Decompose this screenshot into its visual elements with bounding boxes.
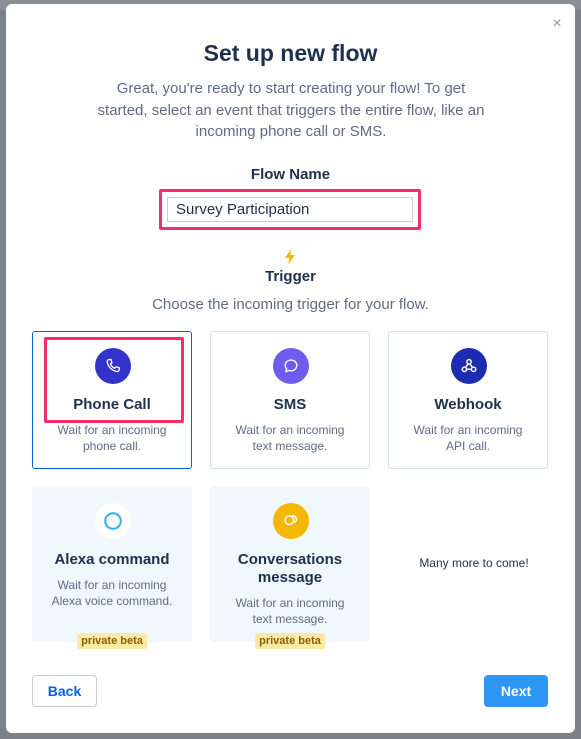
card-description: Wait for an incoming API call. [413, 423, 523, 453]
card-description: Wait for an incoming Alexa voice command… [51, 578, 173, 608]
card-title: Conversations message [237, 551, 343, 586]
trigger-card-alexa-command[interactable]: Alexa command Wait for an incoming Alexa… [32, 486, 192, 649]
trigger-card-conversations-message[interactable]: Conversations message Wait for an incomi… [210, 486, 370, 649]
card-description: Wait for an incoming text message. [235, 596, 345, 626]
chat-bubble-icon [273, 348, 309, 384]
alexa-icon [95, 503, 131, 539]
flow-name-label: Flow Name [250, 166, 331, 183]
card-title: Phone Call [73, 396, 151, 413]
modal-subtitle: Great, you're ready to start creating yo… [97, 80, 485, 140]
back-button[interactable]: Back [32, 675, 97, 707]
conversations-icon [273, 503, 309, 539]
lightning-bolt-icon [285, 249, 295, 265]
card-title: Webhook [434, 396, 502, 413]
trigger-description: Choose the incoming trigger for your flo… [152, 296, 429, 313]
private-beta-badge: private beta [255, 633, 325, 649]
phone-icon [95, 348, 131, 384]
trigger-card-webhook[interactable]: Webhook Wait for an incoming API call. [388, 331, 548, 469]
card-title: Alexa command [54, 551, 170, 568]
card-description: Wait for an incoming phone call. [57, 423, 167, 453]
private-beta-badge: private beta [77, 633, 147, 649]
next-button[interactable]: Next [484, 675, 548, 707]
flow-name-highlight [159, 189, 421, 230]
trigger-label: Trigger [265, 268, 316, 285]
trigger-card-sms[interactable]: SMS Wait for an incoming text message. [210, 331, 370, 469]
setup-flow-modal: × Set up new flow Great, you're ready to… [6, 4, 575, 733]
modal-title: Set up new flow [203, 40, 378, 66]
close-icon[interactable]: × [549, 16, 565, 32]
trigger-card-phone-call[interactable]: Phone Call Wait for an incoming phone ca… [32, 331, 192, 469]
more-to-come-text: Many more to come! [419, 556, 529, 570]
flow-name-input[interactable] [167, 197, 413, 222]
card-title: SMS [273, 396, 307, 413]
webhook-icon [451, 348, 487, 384]
card-description: Wait for an incoming text message. [235, 423, 345, 453]
